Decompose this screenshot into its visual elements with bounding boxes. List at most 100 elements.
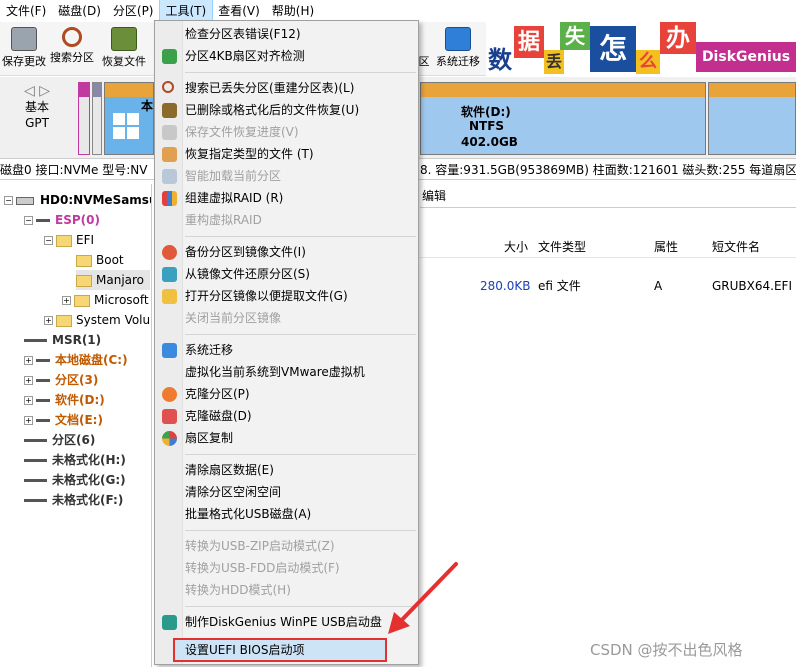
save-changes-label: 保存更改 [2,55,46,68]
tree-root-disk[interactable]: −HD0:NVMeSamsun [4,190,151,210]
tree-esp[interactable]: − ESP(0) [24,210,100,230]
partition-c[interactable]: 本 [104,82,154,155]
menu-restore-image[interactable]: 从镜像文件还原分区(S) [157,264,416,285]
menu-separator [185,530,416,531]
col-attr[interactable]: 属性 [654,236,678,258]
disk-scheme-label: GPT [25,116,49,130]
partition-msr[interactable] [92,82,102,155]
menu-clone-partition[interactable]: 克隆分区(P) [157,384,416,405]
expand-icon[interactable]: + [24,356,33,365]
expand-icon[interactable]: + [44,316,53,325]
partition-d[interactable]: 软件(D:) NTFS 402.0GB [420,82,706,155]
disk-icon [16,196,34,205]
menu-partition[interactable]: 分区(P) [107,0,160,22]
menu-backup-image[interactable]: 备份分区到镜像文件(I) [157,242,416,263]
expand-icon[interactable]: + [24,396,33,405]
tab-edit[interactable]: 编辑 [422,184,446,208]
disk-nav-arrows[interactable]: ◁ ▷ [8,83,66,99]
search-partition-button[interactable]: 搜索分区 [48,24,96,74]
menu-close-image[interactable]: 关闭当前分区镜像 [157,308,416,329]
tree-part6[interactable]: 分区(6) [24,430,95,450]
folder-icon [56,234,72,247]
recover-icon [162,103,177,118]
menu-build-raid[interactable]: 组建虚拟RAID (R) [157,188,416,209]
tree-part3[interactable]: + 分区(3) [24,370,98,390]
folder-icon [76,274,92,287]
monitor-icon [162,343,177,358]
collapse-icon[interactable]: − [24,216,33,225]
collapse-icon[interactable]: − [44,236,53,245]
banner-char-1: 数 [486,40,514,74]
tree-sysvol-folder[interactable]: + System Volur [44,310,151,330]
menu-system-migrate[interactable]: 系统迁移 [157,340,416,361]
partition-tree: −HD0:NVMeSamsun −ESP(0) −EFI Boot Manjar… [0,184,152,667]
expand-icon[interactable]: + [24,416,33,425]
partition-icon [36,399,50,402]
migrate-icon [445,27,471,51]
menu-check-partition-table[interactable]: 检查分区表错误(F12) [157,24,416,45]
menu-open-image[interactable]: 打开分区镜像以便提取文件(G) [157,286,416,307]
clone-partition-icon [162,387,177,402]
menu-set-uefi-boot[interactable]: 设置UEFI BIOS启动项 [173,638,387,662]
search-partition-label: 搜索分区 [50,51,94,64]
ad-banner[interactable]: 数 据 丢 失 怎 么 办 DiskGenius [486,22,796,76]
col-type[interactable]: 文件类型 [538,236,586,258]
menu-save-progress[interactable]: 保存文件恢复进度(V) [157,122,416,143]
save-icon [162,125,177,140]
menu-rebuild-raid[interactable]: 重构虚拟RAID [157,210,416,231]
partition-icon [36,379,50,382]
menu-sector-copy[interactable]: 扇区复制 [157,428,416,449]
expand-icon[interactable]: + [62,296,71,305]
tree-unfmt-g[interactable]: 未格式化(G:) [24,470,126,490]
col-size[interactable]: 大小 [504,236,528,258]
tree-msr[interactable]: MSR(1) [24,330,101,350]
partition-icon [24,459,47,462]
menu-clone-disk[interactable]: 克隆磁盘(D) [157,406,416,427]
menu-smart-load[interactable]: 智能加载当前分区 [157,166,416,187]
menu-file[interactable]: 文件(F) [0,0,52,22]
table-row[interactable]: 280.0KB efi 文件 A GRUBX64.EFI [420,276,796,296]
menu-help[interactable]: 帮助(H) [266,0,320,22]
partition-e[interactable] [708,82,796,155]
menu-make-winpe[interactable]: 制作DiskGenius WinPE USB启动盘 [157,612,416,633]
partition-d-size: 402.0GB [461,135,518,149]
tree-boot-folder[interactable]: Boot [76,250,124,270]
disk-nav: ◁ ▷ 基本 GPT [8,83,66,153]
menu-usb-zip[interactable]: 转换为USB-ZIP启动模式(Z) [157,536,416,557]
menu-clear-sector[interactable]: 清除扇区数据(E) [157,460,416,481]
menu-clear-free-space[interactable]: 清除分区空闲空间 [157,482,416,503]
recover-files-button[interactable]: 恢复文件 [100,24,148,74]
menu-search-lost-partition[interactable]: 搜索已丢失分区(重建分区表)(L) [157,78,416,99]
disk-type-label: 基本 [24,100,49,114]
menu-virtualize-vmware[interactable]: 虚拟化当前系统到VMware虚拟机 [157,362,416,383]
menu-batch-format-usb[interactable]: 批量格式化USB磁盘(A) [157,504,416,525]
tree-soft-d[interactable]: + 软件(D:) [24,390,105,410]
cell-attr: A [654,279,663,293]
tree-manjaro-folder[interactable]: Manjaro [76,270,151,290]
menu-disk[interactable]: 磁盘(D) [52,0,107,22]
tree-local-c[interactable]: + 本地磁盘(C:) [24,350,128,370]
tree-docs-e[interactable]: + 文档(E:) [24,410,103,430]
tree-unfmt-f[interactable]: 未格式化(F:) [24,490,123,510]
cell-short: GRUBX64.EFI [712,279,792,293]
sector-copy-icon [162,431,177,446]
menu-view[interactable]: 查看(V) [212,0,266,22]
menu-4k-align-check[interactable]: 分区4KB扇区对齐检测 [157,46,416,67]
system-migrate-button[interactable]: 系统迁移 [432,24,484,74]
expand-icon[interactable]: + [24,376,33,385]
menu-recover-by-type[interactable]: 恢复指定类型的文件 (T) [157,144,416,165]
align-icon [162,49,177,64]
tree-microsoft-folder[interactable]: + Microsoft [62,290,149,310]
tree-unfmt-h[interactable]: 未格式化(H:) [24,450,126,470]
partition-esp[interactable] [78,82,90,155]
menu-tools[interactable]: 工具(T) [158,0,214,23]
menu-usb-fdd[interactable]: 转换为USB-FDD启动模式(F) [157,558,416,579]
collapse-icon[interactable]: − [4,196,13,205]
partition-icon [24,339,47,342]
tree-efi-folder[interactable]: − EFI [44,230,94,250]
save-changes-button[interactable]: 保存更改 [0,24,48,74]
menu-recover-deleted[interactable]: 已删除或格式化后的文件恢复(U) [157,100,416,121]
toolbar-partial-label: 区 [418,55,430,68]
menu-hdd-mode[interactable]: 转换为HDD模式(H) [157,580,416,601]
col-short[interactable]: 短文件名 [712,236,760,258]
